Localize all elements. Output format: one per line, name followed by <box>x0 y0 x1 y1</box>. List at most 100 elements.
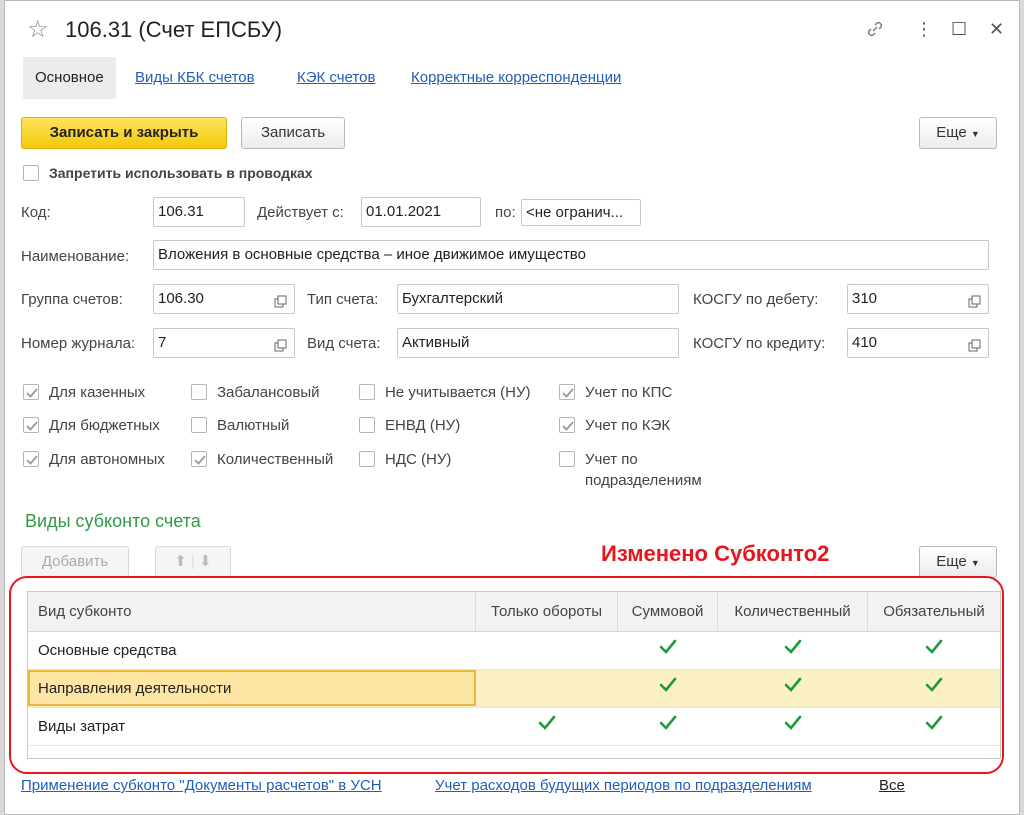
check-cell-qty[interactable] <box>718 708 868 746</box>
arrow-down-icon[interactable]: ⬇ <box>199 553 212 570</box>
flag-checkbox[interactable] <box>23 417 39 433</box>
check-cell-required[interactable] <box>868 632 1000 670</box>
tab-correspondence[interactable]: Корректные корреспонденции <box>411 57 621 99</box>
valid-from-input[interactable]: 01.01.2021 <box>361 197 481 227</box>
flag-checkbox[interactable] <box>559 417 575 433</box>
flag-label: Учет по КПС <box>585 384 673 401</box>
column-header[interactable]: Обязательный <box>868 592 1000 632</box>
name-label: Наименование: <box>21 248 130 265</box>
account-form-window: ☆ 106.31 (Счет ЕПСБУ) ⋮ ☐ ✕ Основное Вид… <box>4 0 1020 815</box>
check-cell-required[interactable] <box>868 670 1000 708</box>
check-cell-required[interactable] <box>868 708 1000 746</box>
more-label: Еще <box>936 553 967 570</box>
flag-label: Учет по КЭК <box>585 417 671 434</box>
column-header[interactable]: Количественный <box>718 592 868 632</box>
tab-main[interactable]: Основное <box>23 57 116 99</box>
kosgu-credit-label: КОСГУ по кредиту: <box>693 335 826 352</box>
flag-checkbox[interactable] <box>23 451 39 467</box>
subconto-name-cell[interactable]: Виды затрат <box>38 708 468 746</box>
checkmark-icon <box>925 715 943 735</box>
flag-checkbox[interactable] <box>359 451 375 467</box>
flag-label: Учет по <box>585 451 638 468</box>
flag-checkbox[interactable] <box>23 384 39 400</box>
flag-checkbox[interactable] <box>559 451 575 467</box>
table-row[interactable]: Основные средства <box>28 632 1000 670</box>
check-cell-sum[interactable] <box>618 670 718 708</box>
checkmark-icon <box>784 677 802 697</box>
type-label: Тип счета: <box>307 291 379 308</box>
flag-checkbox[interactable] <box>359 384 375 400</box>
check-cell-turnover[interactable] <box>476 632 618 670</box>
table-row[interactable]: Направления деятельности <box>28 670 1000 708</box>
dropdown-arrow-icon: ▼ <box>970 558 980 568</box>
close-icon[interactable]: ✕ <box>989 19 1004 40</box>
column-header[interactable]: Только обороты <box>476 592 618 632</box>
flag-checkbox[interactable] <box>191 417 207 433</box>
arrow-up-icon[interactable]: ⬆ <box>174 553 187 570</box>
code-label: Код: <box>21 204 51 221</box>
more-vertical-icon[interactable]: ⋮ <box>915 19 933 40</box>
kosgu-credit-input[interactable]: 410 <box>847 328 989 358</box>
checkmark-icon <box>659 639 677 659</box>
flag-label: ЕНВД (НУ) <box>385 417 461 434</box>
more-label: Еще <box>936 124 967 141</box>
check-cell-turnover[interactable] <box>476 708 618 746</box>
table-row[interactable]: Виды затрат <box>28 708 1000 746</box>
more-button[interactable]: Еще ▼ <box>919 117 997 149</box>
flag-label: Количественный <box>217 451 334 468</box>
check-cell-qty[interactable] <box>718 670 868 708</box>
check-cell-qty[interactable] <box>718 632 868 670</box>
check-cell-turnover[interactable] <box>476 670 618 708</box>
valid-to-input[interactable]: <не огранич... <box>521 199 641 226</box>
checkmark-icon <box>659 715 677 735</box>
checkmark-icon <box>925 677 943 697</box>
tab-kbk[interactable]: Виды КБК счетов <box>135 57 255 99</box>
kosgu-debit-input[interactable]: 310 <box>847 284 989 314</box>
footer-link-usn[interactable]: Применение субконто "Документы расчетов"… <box>21 777 382 794</box>
open-icon[interactable] <box>968 291 986 308</box>
add-button[interactable]: Добавить <box>21 546 129 578</box>
footer-link-all[interactable]: Все <box>879 777 905 794</box>
maximize-icon[interactable]: ☐ <box>951 19 967 40</box>
open-icon[interactable] <box>274 335 292 352</box>
subconto-table: Вид субконто Только обороты Суммовой Кол… <box>27 591 1001 759</box>
column-header[interactable]: Суммовой <box>618 592 718 632</box>
flag-label: Для бюджетных <box>49 417 160 434</box>
kosgu-debit-value: 310 <box>852 290 878 307</box>
window-title: 106.31 (Счет ЕПСБУ) <box>65 17 283 42</box>
open-icon[interactable] <box>968 335 986 352</box>
valid-from-label: Действует с: <box>257 204 344 221</box>
kind-label: Вид счета: <box>307 335 381 352</box>
tab-kek[interactable]: КЭК счетов <box>297 57 375 99</box>
check-cell-sum[interactable] <box>618 708 718 746</box>
flag-label: Для автономных <box>49 451 165 468</box>
flag-label: Забалансовый <box>217 384 320 401</box>
forbid-checkbox[interactable] <box>23 165 39 181</box>
star-icon[interactable]: ☆ <box>27 15 49 44</box>
flag-checkbox[interactable] <box>191 451 207 467</box>
save-close-button[interactable]: Записать и закрыть <box>21 117 227 149</box>
code-input[interactable]: 106.31 <box>153 197 245 227</box>
link-icon[interactable] <box>865 19 885 44</box>
footer-link-rbp[interactable]: Учет расходов будущих периодов по подраз… <box>435 777 812 794</box>
subconto-more-button[interactable]: Еще ▼ <box>919 546 997 578</box>
kind-input[interactable]: Активный <box>397 328 679 358</box>
journal-input[interactable]: 7 <box>153 328 295 358</box>
group-input[interactable]: 106.30 <box>153 284 295 314</box>
save-button[interactable]: Записать <box>241 117 345 149</box>
open-icon[interactable] <box>274 291 292 308</box>
flag-checkbox[interactable] <box>359 417 375 433</box>
checkmark-icon <box>659 677 677 697</box>
forbid-label: Запретить использовать в проводках <box>49 165 313 181</box>
flag-checkbox[interactable] <box>559 384 575 400</box>
type-input[interactable]: Бухгалтерский <box>397 284 679 314</box>
name-input[interactable]: Вложения в основные средства – иное движ… <box>153 240 989 270</box>
subconto-name-cell[interactable]: Направления деятельности <box>38 670 468 708</box>
column-header[interactable]: Вид субконто <box>28 592 476 632</box>
check-cell-sum[interactable] <box>618 632 718 670</box>
flag-checkbox[interactable] <box>191 384 207 400</box>
checkmark-icon <box>925 639 943 659</box>
flag-label: Не учитывается (НУ) <box>385 384 531 401</box>
flag-label: подразделениям <box>585 472 702 489</box>
subconto-name-cell[interactable]: Основные средства <box>38 632 468 670</box>
